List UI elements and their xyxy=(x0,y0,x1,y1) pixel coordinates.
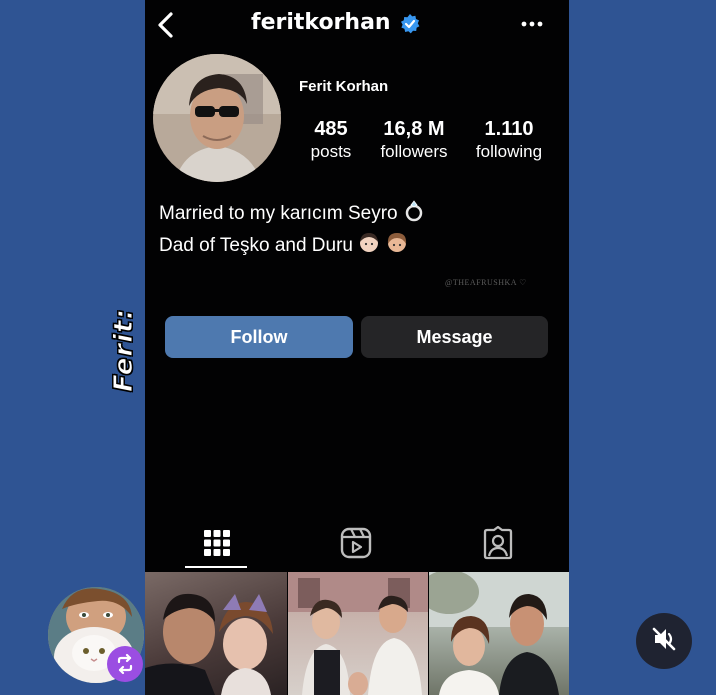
reels-icon[interactable] xyxy=(339,526,373,560)
profile-username: feritkorhan xyxy=(251,10,391,35)
muted-speaker-icon xyxy=(649,624,679,659)
stat-followers-value: 16,8 M xyxy=(383,118,445,140)
grid-icon[interactable] xyxy=(200,526,234,560)
post-grid xyxy=(145,572,569,695)
back-icon[interactable] xyxy=(151,8,181,42)
active-tab-indicator xyxy=(185,566,247,568)
profile-avatar[interactable] xyxy=(153,54,281,182)
stat-posts-label: posts xyxy=(310,142,352,161)
watermark: @THEAFRUSHKA ♡ xyxy=(445,278,527,287)
follow-button[interactable]: Follow xyxy=(165,316,353,358)
post-thumbnail[interactable] xyxy=(145,572,287,695)
stat-followers[interactable]: 16,8 M followers xyxy=(373,118,455,162)
bio-line-2: Dad of Teşko and Duru xyxy=(159,230,426,262)
verified-badge-icon xyxy=(399,13,421,35)
side-caption: Ferit: xyxy=(108,300,140,400)
repost-icon[interactable] xyxy=(107,646,143,682)
side-caption-text: Ferit: xyxy=(109,308,140,393)
stat-following-label: following xyxy=(475,142,543,161)
profile-bio: Married to my karıcım Seyro Dad of Teşko… xyxy=(159,198,426,262)
girl-icon xyxy=(385,230,409,262)
more-options-icon[interactable] xyxy=(517,12,547,36)
stat-following-value: 1.110 xyxy=(484,118,534,140)
message-button[interactable]: Message xyxy=(361,316,548,358)
stat-posts[interactable]: 485 posts xyxy=(307,118,355,162)
stat-followers-label: followers xyxy=(380,142,448,161)
boy-icon xyxy=(357,230,381,262)
stat-posts-value: 485 xyxy=(314,118,348,140)
bio-line-1: Married to my karıcım Seyro xyxy=(159,198,426,230)
bio-line-2-text: Dad of Teşko and Duru xyxy=(159,235,353,257)
post-thumbnail[interactable] xyxy=(288,572,428,695)
tagged-icon[interactable] xyxy=(481,525,515,560)
stat-following[interactable]: 1.110 following xyxy=(469,118,549,162)
profile-tabs xyxy=(145,520,569,568)
ring-icon xyxy=(402,198,426,230)
profile-header: feritkorhan xyxy=(145,0,569,52)
profile-display-name: Ferit Korhan xyxy=(299,78,389,95)
profile-screen: feritkorhan Ferit Korhan 485 posts 16,8 … xyxy=(145,0,569,695)
mute-toggle-button[interactable] xyxy=(636,613,692,669)
post-thumbnail[interactable] xyxy=(429,572,569,695)
bio-line-1-text: Married to my karıcım Seyro xyxy=(159,203,398,225)
